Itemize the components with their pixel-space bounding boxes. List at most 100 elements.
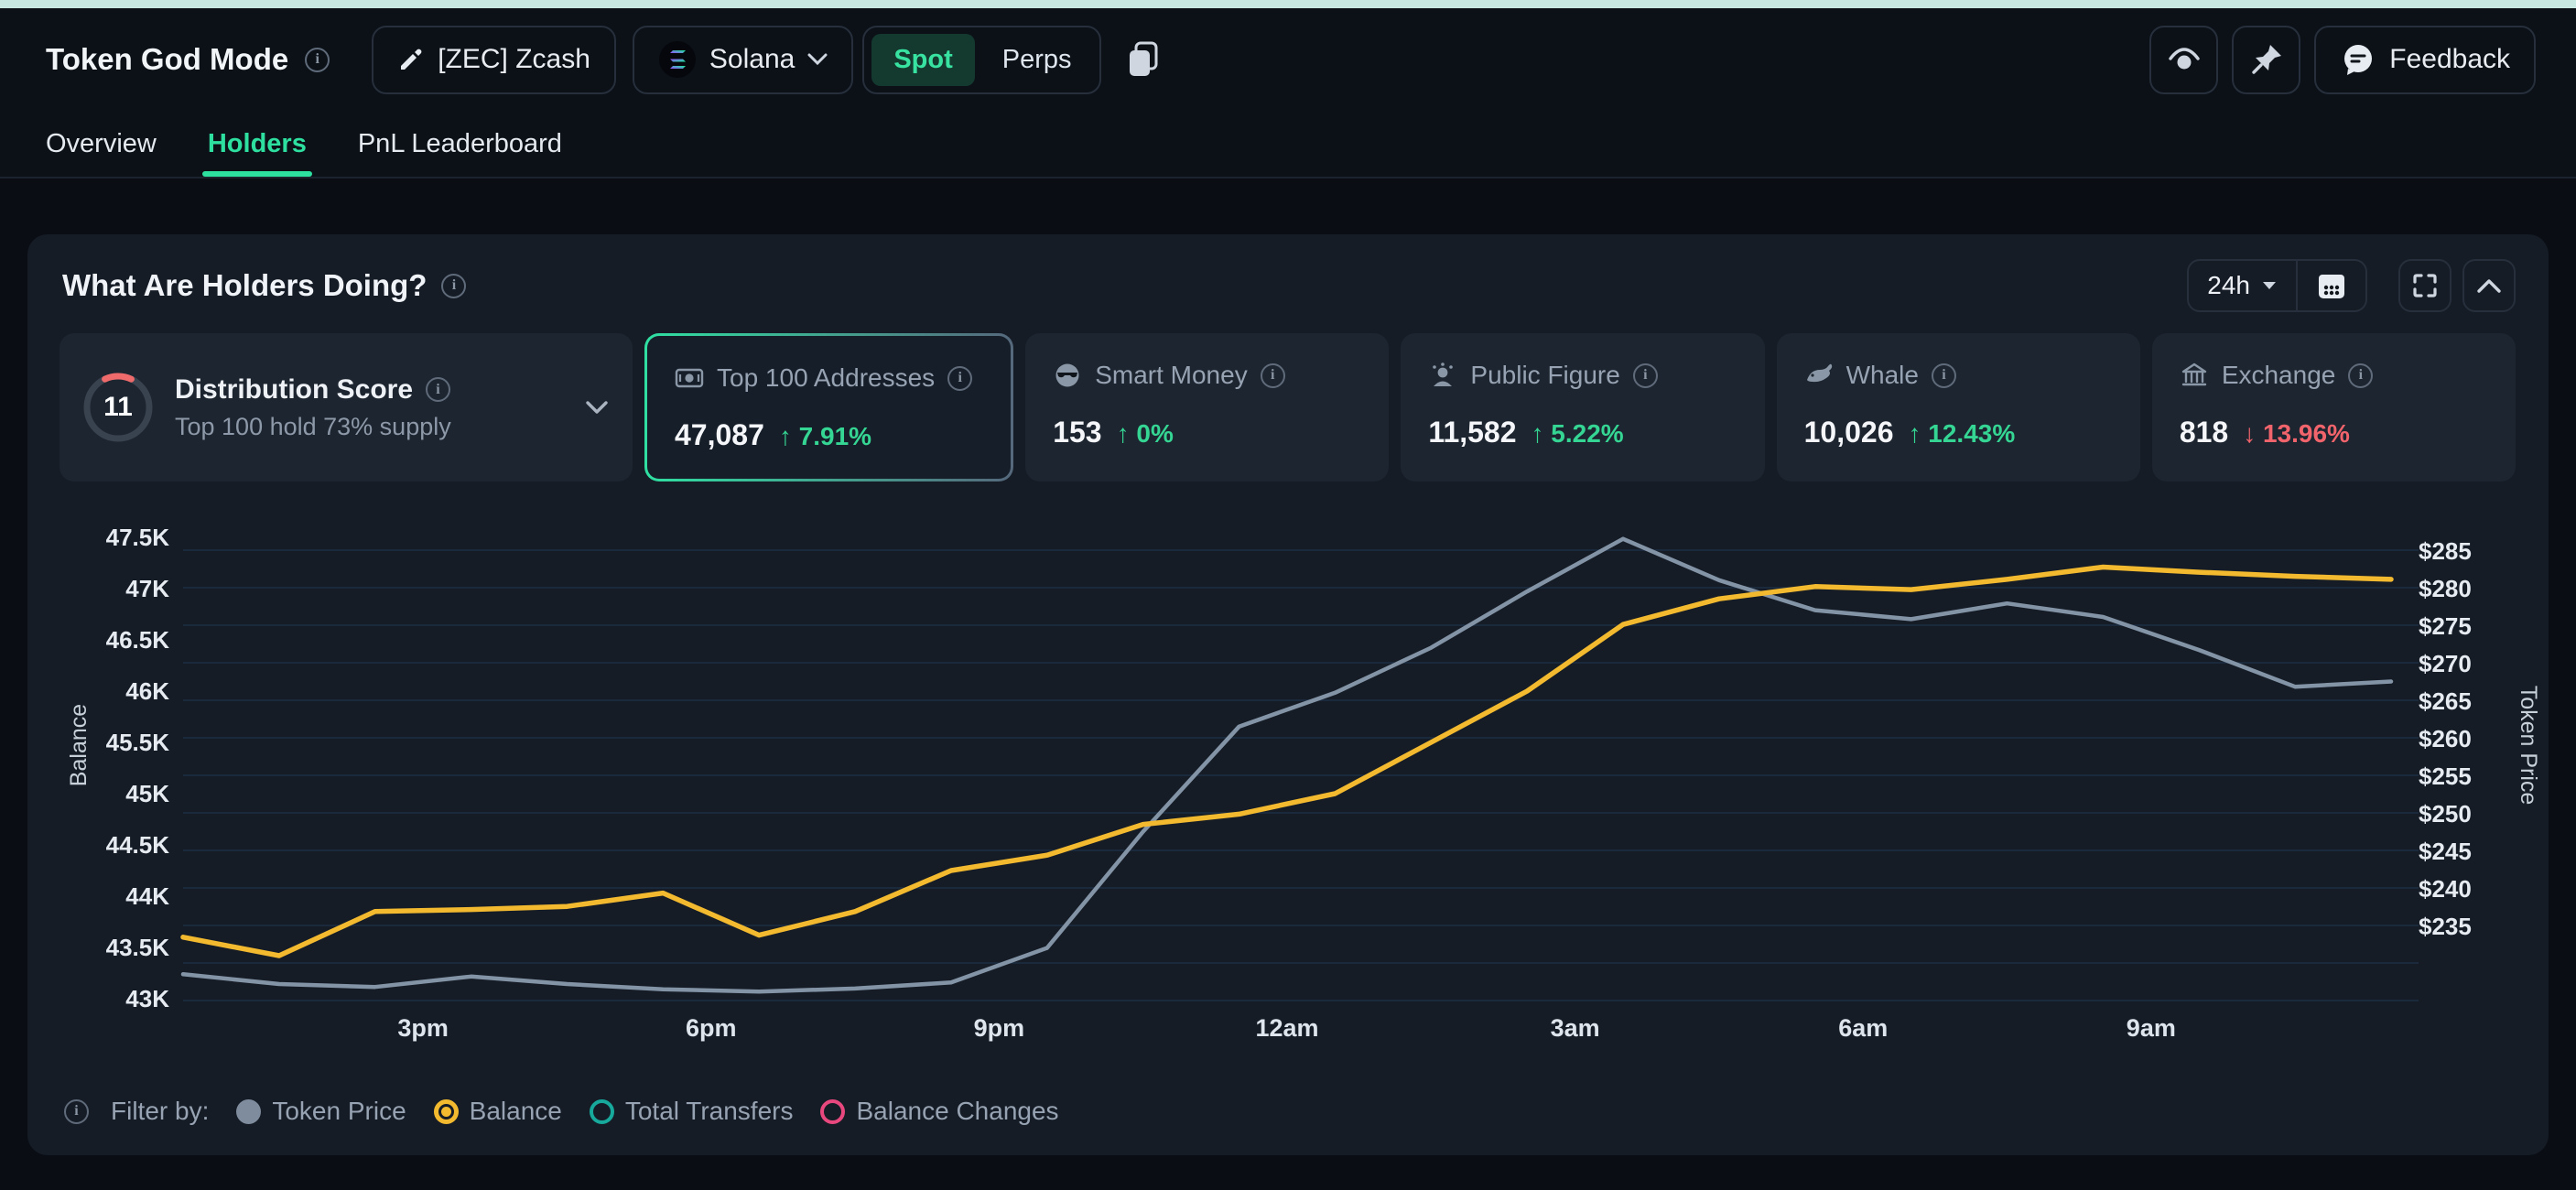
chat-bubble-icon (2340, 41, 2376, 78)
chevron-down-icon (2261, 280, 2278, 291)
tab-pnl-leaderboard[interactable]: PnL Leaderboard (358, 111, 562, 177)
legend-item-label: Balance (470, 1097, 562, 1126)
calendar-icon (2316, 270, 2347, 301)
pin-icon (2249, 42, 2284, 77)
tab-holders[interactable]: Holders (208, 111, 307, 177)
chevron-down-icon (807, 53, 828, 66)
stat-card-value-row: 153 ↑ 0% (1053, 416, 1361, 449)
legend-item-label: Balance Changes (856, 1097, 1058, 1126)
legend-item-balance[interactable]: Balance (434, 1097, 562, 1126)
stat-info-icon[interactable] (1633, 363, 1658, 388)
stat-card-exchange[interactable]: Exchange 818 ↓ 13.96% (2152, 333, 2516, 481)
token-select-button[interactable]: [ZEC] Zcash (372, 26, 616, 94)
left-axis-tick: 46.5K (106, 626, 170, 654)
x-axis-tick: 9pm (974, 1014, 1025, 1042)
distribution-subtitle: Top 100 hold 73% supply (175, 413, 451, 441)
legend-item-total-transfers[interactable]: Total Transfers (590, 1097, 794, 1126)
stat-card-header: Exchange (2180, 361, 2488, 390)
x-axis-tick: 6pm (686, 1014, 737, 1042)
copy-icon (1125, 39, 1162, 80)
left-axis-title: Balance (66, 704, 92, 786)
public-figure-icon (1428, 361, 1457, 390)
solid-swatch-icon (236, 1099, 261, 1124)
network-select-button[interactable]: Solana (633, 26, 853, 94)
left-axis-tick: 44.5K (106, 831, 170, 859)
spot-tab[interactable]: Spot (871, 34, 974, 86)
timeframe-dropdown[interactable]: 24h (2189, 261, 2296, 310)
stat-card-value-row: 818 ↓ 13.96% (2180, 416, 2488, 449)
holders-chart: 47.5K47K46.5K46K45.5K45K44.5K44K43.5K43K… (27, 505, 2549, 1064)
perps-tab[interactable]: Perps (982, 45, 1092, 75)
market-type-toggle: Spot Perps (862, 26, 1100, 94)
stat-info-icon[interactable] (947, 366, 972, 391)
network-select-label: Solana (709, 44, 795, 75)
distribution-info-icon[interactable] (426, 377, 450, 402)
tab-overview[interactable]: Overview (46, 111, 157, 177)
right-axis-tick: $265 (2419, 687, 2472, 715)
left-axis-tick: 47K (125, 575, 169, 602)
stat-card-change: ↓ 13.96% (2243, 419, 2350, 449)
legend-item-balance-changes[interactable]: Balance Changes (820, 1097, 1058, 1126)
stat-card-value: 153 (1053, 416, 1101, 449)
tab-label: Holders (208, 129, 307, 159)
panel-info-icon[interactable] (441, 274, 466, 298)
filter-by-label: Filter by: (111, 1097, 209, 1126)
legend-item-label: Token Price (272, 1097, 406, 1126)
stat-card-title: Whale (1846, 361, 1919, 390)
tab-label: PnL Leaderboard (358, 129, 562, 159)
x-axis-tick: 6am (1838, 1014, 1888, 1042)
stat-card-value: 47,087 (675, 418, 764, 452)
legend-item-token-price[interactable]: Token Price (236, 1097, 406, 1126)
stat-card-top-100-addresses[interactable]: Top 100 Addresses 47,087↑ 7.91% (644, 333, 1013, 481)
collapse-button[interactable] (2462, 259, 2516, 312)
stat-info-icon[interactable] (1932, 363, 1956, 388)
fullscreen-button[interactable] (2398, 259, 2452, 312)
right-axis-tick: $270 (2419, 650, 2472, 677)
right-axis-tick: $285 (2419, 537, 2472, 565)
stat-card-change: ↑ 0% (1117, 419, 1174, 449)
holders-panel: What Are Holders Doing? 24h (27, 234, 2549, 1155)
smart-money-icon (1053, 361, 1082, 390)
stat-card-whale[interactable]: Whale10,026↑ 12.43% (1777, 333, 2140, 481)
title-info-icon[interactable] (305, 48, 330, 72)
stat-card-public-figure[interactable]: Public Figure 11,582↑ 5.22% (1401, 333, 1764, 481)
x-axis-tick: 3pm (397, 1014, 449, 1042)
stat-card-value: 818 (2180, 416, 2228, 449)
fullscreen-icon (2411, 272, 2439, 299)
pin-button[interactable] (2232, 26, 2300, 94)
app-header: Token God Mode [ZEC] Zcash Solana Spot P… (0, 8, 2576, 111)
main-area: What Are Holders Doing? 24h (0, 178, 2576, 1190)
stat-card-header: Smart Money (1053, 361, 1361, 390)
stat-card-value-row: 47,087↑ 7.91% (675, 418, 983, 452)
x-axis-tick: 9am (2127, 1014, 2176, 1042)
left-axis-tick: 45K (125, 780, 169, 807)
timeframe-control: 24h (2187, 259, 2367, 312)
right-axis-tick: $250 (2419, 800, 2472, 828)
stat-info-icon[interactable] (2348, 363, 2373, 388)
right-axis-tick: $235 (2419, 913, 2472, 940)
left-axis-tick: 43K (125, 985, 169, 1012)
stat-card-smart-money[interactable]: Smart Money 153 ↑ 0% (1025, 333, 1389, 481)
stat-info-icon[interactable] (1261, 363, 1285, 388)
x-axis-tick: 12am (1255, 1014, 1318, 1042)
stat-card-value-row: 11,582↑ 5.22% (1428, 416, 1737, 449)
stat-card-value: 11,582 (1428, 416, 1516, 449)
distribution-gauge: 11 (80, 369, 157, 446)
calendar-button[interactable] (2298, 261, 2365, 310)
panel-header: What Are Holders Doing? 24h (62, 258, 2516, 313)
right-axis-tick: $240 (2419, 875, 2472, 903)
page-title: Token God Mode (46, 42, 288, 77)
feedback-button[interactable]: Feedback (2314, 26, 2536, 94)
watch-button[interactable] (2149, 26, 2218, 94)
stat-card-title: Exchange (2222, 361, 2336, 390)
copy-button[interactable] (1125, 39, 1162, 80)
right-axis-tick: $255 (2419, 763, 2472, 790)
radio-swatch-icon (434, 1099, 459, 1124)
stat-card-title: Top 100 Addresses (717, 363, 935, 393)
token-price-line (183, 539, 2391, 991)
solana-icon (658, 40, 697, 79)
stat-card-header: Public Figure (1428, 361, 1737, 390)
distribution-title: Distribution Score (175, 374, 413, 406)
distribution-score-card[interactable]: 11 Distribution Score Top 100 hold 73% s… (60, 333, 633, 481)
timeframe-value: 24h (2207, 271, 2250, 300)
